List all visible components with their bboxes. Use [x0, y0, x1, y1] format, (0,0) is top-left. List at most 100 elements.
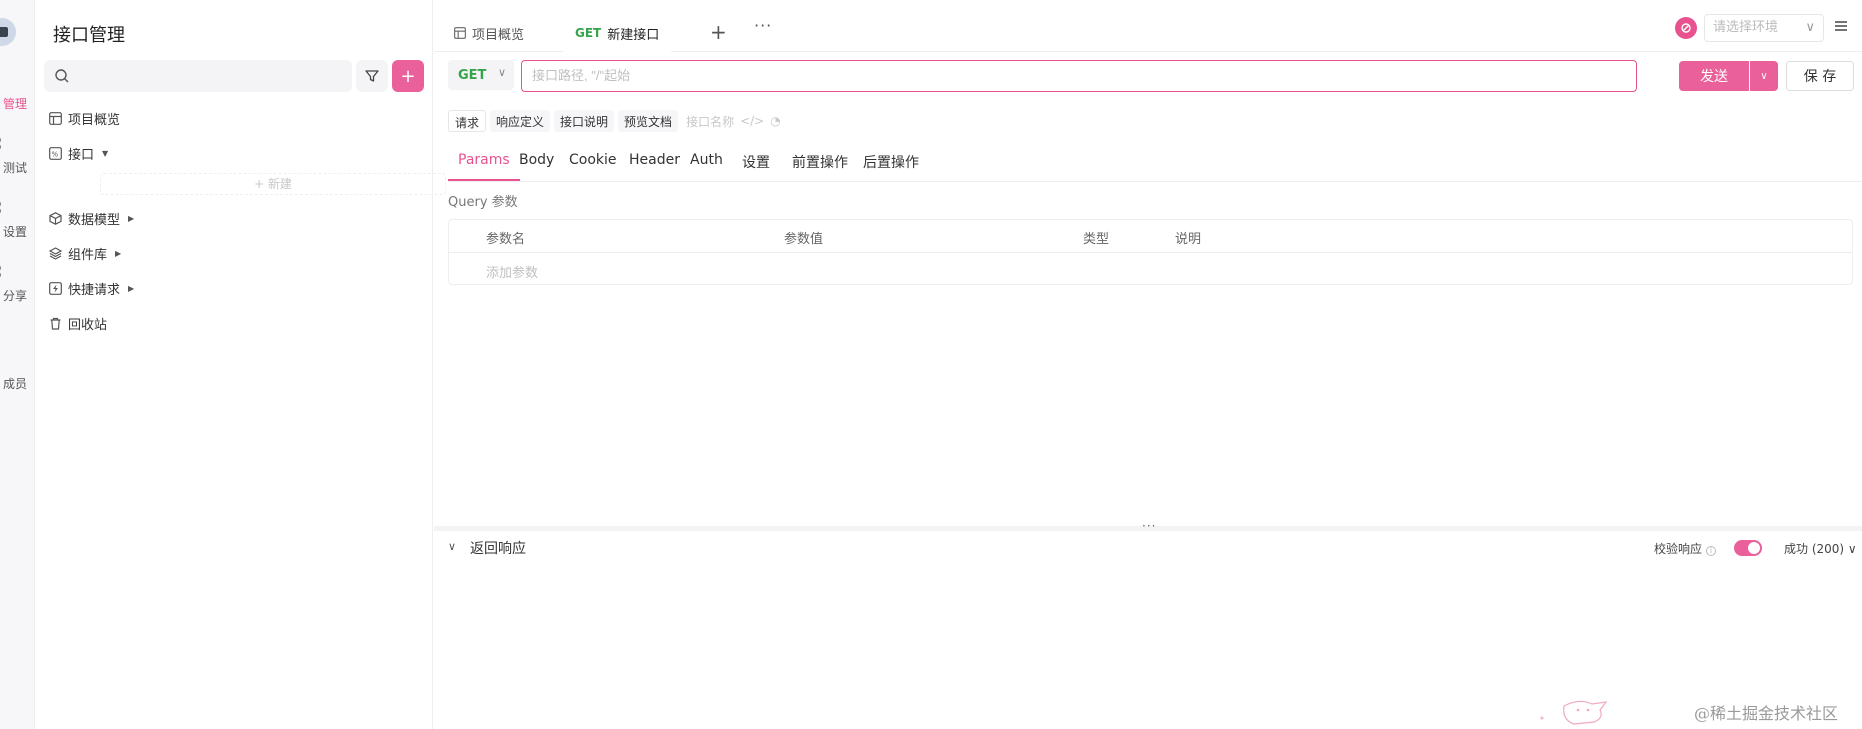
verify-label-text: 校验响应 — [1654, 542, 1703, 556]
chevron-down-icon: ∨ — [497, 66, 506, 79]
tab-body[interactable]: Body — [519, 152, 554, 168]
layers-icon — [48, 246, 62, 260]
caret-down-icon: ▼ — [102, 148, 109, 158]
tab-settings[interactable]: 设置 — [742, 152, 770, 172]
sidebar-title: 接口管理 — [53, 25, 125, 46]
environment-select[interactable]: 请选择环境 ∨ — [1704, 14, 1824, 42]
rail-label: 管理 — [2, 97, 27, 111]
tab-label: 新建接口 — [607, 27, 660, 43]
rail-item-share[interactable]: 分享 — [0, 264, 34, 314]
chevron-down-icon: ∨ — [1847, 542, 1857, 556]
svg-text:%: % — [51, 150, 58, 158]
history-icon: ◔ — [770, 114, 781, 128]
more-tabs-button[interactable]: ··· — [754, 16, 772, 35]
plus-icon: + — [400, 65, 416, 87]
table-header: 参数名 参数值 类型 说明 — [449, 220, 1852, 253]
new-tab-button[interactable]: + — [710, 20, 727, 44]
sidebar-item-quick-request[interactable]: 快捷请求 ▶ — [48, 277, 134, 299]
tab-cookie[interactable]: Cookie — [569, 152, 617, 168]
quick-request-icon — [48, 281, 62, 295]
subtab-response-definition[interactable]: 响应定义 — [490, 110, 551, 132]
members-icon — [0, 352, 5, 366]
tab-new-api[interactable]: GET 新建接口 — [562, 14, 672, 53]
sidebar-item-components[interactable]: 组件库 ▶ — [48, 242, 121, 264]
request-tabs: Params Body Cookie Header Auth 设置 前置操作 后… — [448, 144, 1862, 182]
search-icon — [55, 69, 69, 83]
sidebar-item-label: 快捷请求 — [68, 282, 121, 298]
url-input[interactable]: 接口路径, "/"起始 — [521, 60, 1637, 92]
menu-icon[interactable] — [1834, 20, 1848, 36]
main-panel: 项目概览 GET 新建接口 + ··· 请选择环境 ∨ GET ∨ 接口路径, … — [434, 0, 1862, 729]
rail-label: 分享 — [2, 289, 27, 303]
add-button[interactable]: + — [392, 60, 424, 92]
send-options-button[interactable]: ∨ — [1750, 61, 1778, 91]
tab-label: 项目概览 — [472, 27, 525, 43]
sidebar-item-label: 回收站 — [68, 317, 108, 333]
project-logo[interactable] — [0, 18, 16, 46]
drag-handle-icon[interactable]: ··· — [1142, 519, 1156, 533]
api-folder-icon: % — [48, 146, 62, 160]
column-header: 参数值 — [784, 232, 824, 247]
watermark: @稀土掘金技术社区 — [1694, 704, 1839, 723]
rail-item-members[interactable]: 成员 — [0, 352, 34, 402]
sidebar-item-overview[interactable]: 项目概览 — [48, 107, 120, 129]
save-button[interactable]: 保 存 — [1786, 61, 1854, 91]
info-icon: i — [1706, 546, 1717, 556]
overview-icon — [454, 27, 466, 39]
api-icon — [0, 72, 5, 86]
method-value: GET — [458, 67, 487, 83]
sidebar-item-models[interactable]: 数据模型 ▶ — [48, 207, 134, 229]
rail-label: 成员 — [2, 377, 27, 391]
sidebar-item-label: 数据模型 — [68, 212, 121, 228]
rail-item-api[interactable]: 管理 — [0, 72, 34, 122]
new-api-button[interactable]: + 新建 — [100, 173, 446, 195]
filter-button[interactable] — [356, 60, 388, 92]
caret-right-icon: ▶ — [128, 283, 135, 293]
trash-icon — [48, 316, 62, 330]
app-window: 管理 测试 设置 分享 成员 接口管理 + 项目概览 % 接口 ▼ + 新建 数… — [0, 0, 1862, 729]
search-input[interactable] — [44, 60, 352, 92]
sidebar-item-api[interactable]: % 接口 ▼ — [48, 142, 108, 164]
tab-params[interactable]: Params — [448, 152, 520, 181]
tab-header[interactable]: Header — [629, 152, 680, 168]
response-title[interactable]: 返回响应 — [470, 538, 526, 558]
column-header: 类型 — [1083, 232, 1110, 247]
rail-label: 设置 — [2, 225, 27, 239]
api-name-field[interactable]: 接口名称 </> ◔ — [682, 110, 785, 132]
env-status-icon[interactable] — [1675, 17, 1697, 39]
tab-auth[interactable]: Auth — [690, 152, 723, 168]
caret-right-icon: ▶ — [128, 213, 135, 223]
share-icon — [0, 265, 1, 278]
chevron-down-icon: ∨ — [1805, 20, 1815, 35]
code-icon: </> — [740, 114, 765, 128]
send-button[interactable]: 发送 — [1679, 61, 1749, 91]
method-select[interactable]: GET ∨ — [448, 60, 514, 90]
rail-item-test[interactable]: 测试 — [0, 136, 34, 186]
tab-project-overview[interactable]: 项目概览 — [454, 14, 524, 52]
tab-pre-processors[interactable]: 前置操作 — [792, 152, 848, 172]
chevron-down-icon: ∨ — [1760, 70, 1768, 82]
query-params-label: Query 参数 — [448, 195, 518, 210]
model-icon — [48, 211, 62, 225]
verify-response-toggle[interactable] — [1734, 540, 1762, 556]
tab-bar: 项目概览 GET 新建接口 + ··· 请选择环境 ∨ — [434, 0, 1862, 53]
tab-method: GET — [575, 26, 602, 40]
add-param-input[interactable]: 添加参数 — [486, 262, 538, 281]
settings-icon — [0, 201, 1, 214]
rail-item-settings[interactable]: 设置 — [0, 200, 34, 250]
sidebar-item-label: 项目概览 — [68, 112, 121, 128]
doc-subtabs: 请求 响应定义 接口说明 预览文档 接口名称 </> ◔ — [448, 110, 785, 132]
sidebar-item-trash[interactable]: 回收站 — [48, 312, 107, 334]
subtab-preview-doc[interactable]: 预览文档 — [618, 110, 679, 132]
nav-rail: 管理 测试 设置 分享 成员 — [0, 0, 35, 729]
column-header: 参数名 — [486, 232, 526, 247]
subtab-request[interactable]: 请求 — [448, 110, 487, 132]
sidebar: 接口管理 + 项目概览 % 接口 ▼ + 新建 数据模型 ▶ 组件库 ▶ 快捷请… — [36, 0, 446, 729]
subtab-api-description[interactable]: 接口说明 — [554, 110, 615, 132]
response-header: ∨ 返回响应 校验响应 i 成功 (200) ∨ — [448, 538, 1857, 560]
verify-response-label: 校验响应 i — [1654, 540, 1717, 557]
response-status-select[interactable]: 成功 (200) ∨ — [1784, 540, 1857, 557]
column-header: 说明 — [1175, 232, 1202, 247]
tab-post-processors[interactable]: 后置操作 — [863, 152, 919, 172]
chevron-down-icon[interactable]: ∨ — [448, 540, 456, 553]
